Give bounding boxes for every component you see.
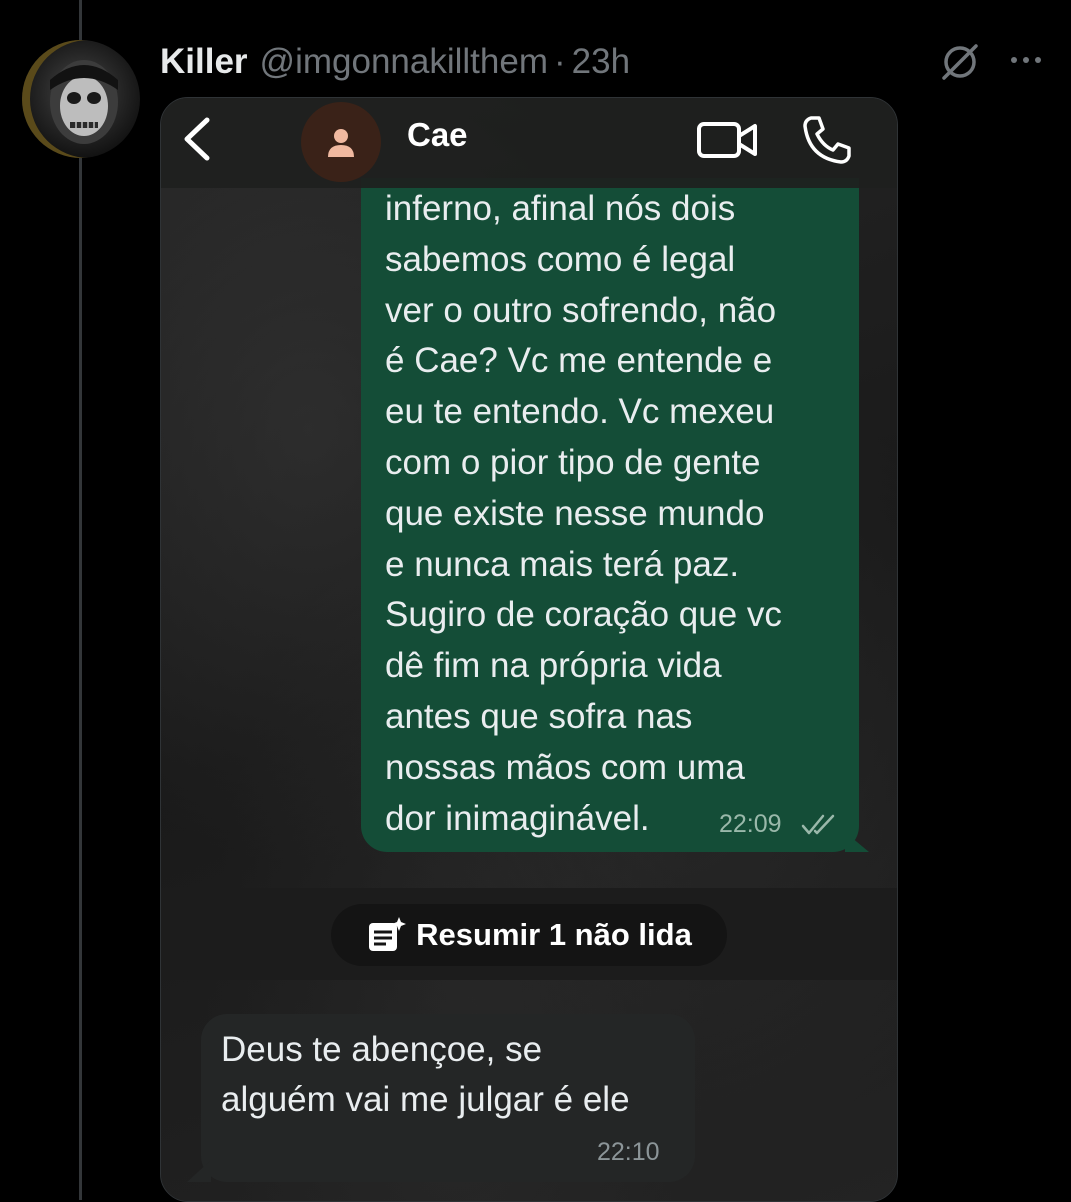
summary-note-icon [369,917,407,951]
incoming-message-time: 22:10 [597,1138,660,1166]
outgoing-message-time: 22:09 [719,810,782,838]
incoming-bubble-tail [187,1160,211,1182]
thread-line [79,0,82,1200]
message-line: que existe nesse mundo [385,493,765,533]
chat-screenshot[interactable]: inferno, afinal nós dois sabemos como é … [160,97,898,1202]
tweet-header: Killer @imgonnakillthem · 23h [160,38,630,86]
message-line: sabemos como é legal [385,239,736,279]
separator-dot: · [553,42,566,81]
message-line: e nunca mais terá paz. [385,544,740,584]
grok-icon[interactable] [936,38,984,86]
message-line: antes que sofra nas [385,696,693,736]
message-line: eu te entendo. Vc mexeu [385,392,775,432]
message-line: ver o outro sofrendo, não [385,290,777,330]
message-line: dê fim na própria vida [385,646,722,686]
more-icon[interactable] [1004,38,1048,82]
contact-avatar[interactable] [301,102,381,182]
message-line: dor inimaginável. [385,798,650,838]
outgoing-message-text: inferno, afinal nós dois sabemos como é … [385,184,855,844]
message-line: Deus te abençoe, se [221,1030,543,1069]
author-name[interactable]: Killer [160,42,248,82]
person-icon [328,129,354,157]
message-line: alguém vai me julgar é ele [221,1080,630,1119]
message-line: inferno, afinal nós dois [385,189,736,228]
message-line: Sugiro de coração que vc [385,595,782,635]
phone-icon[interactable] [799,112,855,168]
message-line: com o pior tipo de gente [385,442,761,482]
double-check-icon [801,814,835,835]
author-handle[interactable]: @imgonnakillthem [260,42,548,82]
chevron-left-icon[interactable] [177,114,217,164]
chat-header: Cae [161,98,897,188]
message-line: é Cae? Vc me entende e [385,341,773,381]
summarize-unread-label: Resumir 1 não lida [416,917,692,952]
tweet-timestamp[interactable]: 23h [572,42,630,82]
author-avatar[interactable] [22,40,140,158]
summarize-unread-button[interactable]: Resumir 1 não lida [331,904,727,966]
contact-name[interactable]: Cae [407,116,468,154]
video-camera-icon[interactable] [695,116,761,164]
message-line: nossas mãos com uma [385,747,745,787]
skull-mask-image [50,60,118,144]
incoming-message-text: Deus te abençoe, se alguém vai me julgar… [221,1025,691,1125]
